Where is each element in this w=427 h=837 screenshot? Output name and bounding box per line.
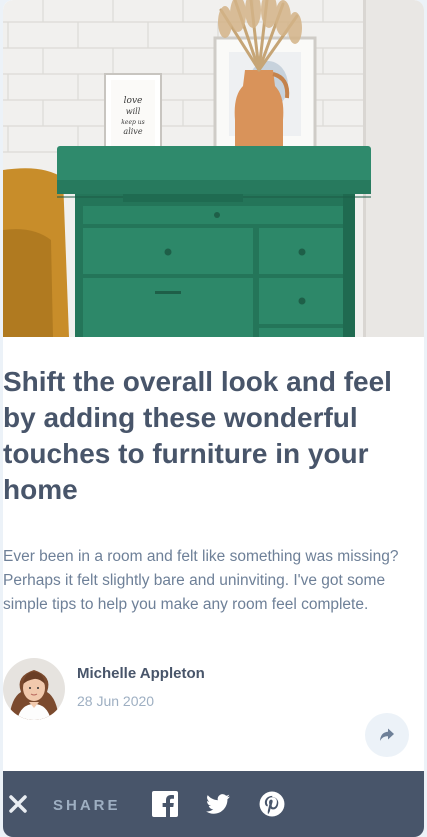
article-title: Shift the overall look and feel by addin… [3, 366, 392, 505]
author-name: Michelle Appleton [77, 665, 205, 682]
svg-text:keep us: keep us [121, 119, 144, 126]
article-excerpt: Ever been in a room and felt like someth… [3, 548, 399, 613]
twitter-icon [206, 794, 230, 814]
close-share-button[interactable] [7, 793, 29, 815]
svg-text:love: love [124, 96, 143, 106]
share-toggle-button[interactable] [365, 713, 409, 757]
share-arrow-icon [380, 728, 394, 741]
facebook-share-button[interactable] [152, 791, 178, 817]
facebook-icon [152, 791, 178, 817]
share-label: SHARE [53, 797, 121, 814]
pinterest-icon [259, 791, 285, 817]
author-info: Michelle Appleton 28 Jun 2020 [3, 657, 424, 721]
article-card: love will keep us alive Shift the overal… [3, 0, 424, 837]
hero-image: love will keep us alive [3, 0, 424, 337]
avatar [3, 658, 65, 720]
twitter-share-button[interactable] [205, 791, 231, 817]
svg-text:alive: alive [123, 127, 142, 136]
close-icon [9, 795, 27, 813]
svg-text:will: will [126, 107, 141, 116]
share-bar: SHARE [3, 771, 424, 837]
pinterest-share-button[interactable] [259, 791, 285, 817]
publish-date: 28 Jun 2020 [77, 693, 155, 709]
